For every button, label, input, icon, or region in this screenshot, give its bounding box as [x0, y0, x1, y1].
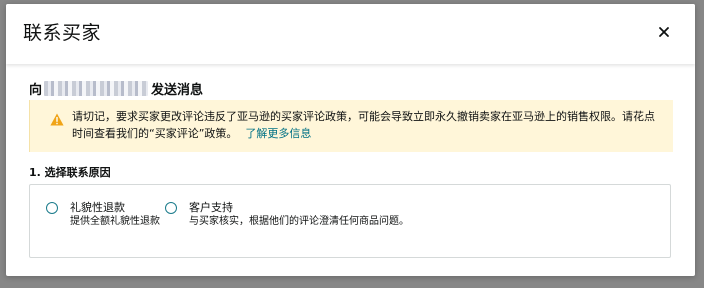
alert-text: 请切记，要求买家更改评论违反了亚马逊的买家评论政策，可能会导致立即永久撤销卖家在… — [72, 108, 662, 142]
reason-option-courtesy-refund[interactable]: 礼貌性退款 提供全额礼貌性退款 — [46, 201, 160, 229]
recipient-prefix: 向 — [29, 82, 43, 98]
reason-options: 礼貌性退款 提供全额礼貌性退款 客户支持 与买家核实，根据他们的评论澄清任何商品… — [29, 184, 671, 258]
recipient-heading: 向 发送消息 — [29, 78, 203, 98]
close-button[interactable] — [655, 23, 673, 41]
redacted-buyer-name — [44, 80, 149, 96]
option-description: 提供全额礼貌性退款 — [70, 216, 160, 227]
reason-option-customer-support[interactable]: 客户支持 与买家核实，根据他们的评论澄清任何商品问题。 — [165, 201, 409, 229]
dialog-header: 联系买家 — [6, 4, 695, 64]
option-title: 客户支持 — [189, 201, 233, 214]
close-icon — [659, 27, 669, 37]
policy-alert: 请切记，要求买家更改评论违反了亚马逊的买家评论政策，可能会导致立即永久撤销卖家在… — [29, 100, 673, 152]
radio-customer-support[interactable] — [165, 202, 177, 214]
option-text: 礼貌性退款 提供全额礼貌性退款 — [70, 201, 160, 229]
option-description: 与买家核实，根据他们的评论澄清任何商品问题。 — [189, 216, 409, 227]
dialog-title: 联系买家 — [23, 22, 102, 44]
alert-message: 请切记，要求买家更改评论违反了亚马逊的买家评论政策，可能会导致立即永久撤销卖家在… — [72, 110, 655, 140]
warning-icon — [50, 113, 64, 126]
option-text: 客户支持 与买家核实，根据他们的评论澄清任何商品问题。 — [189, 201, 409, 229]
learn-more-link[interactable]: 了解更多信息 — [245, 127, 311, 140]
option-title: 礼貌性退款 — [70, 201, 125, 214]
reason-section-label: 1. 选择联系原因 — [29, 166, 111, 179]
radio-courtesy-refund[interactable] — [46, 202, 58, 214]
contact-buyer-dialog: 联系买家 向 发送消息 请切记，要求买家更改评论违反了亚马逊的买家评论政策，可能… — [6, 4, 695, 276]
recipient-suffix: 发送消息 — [151, 82, 204, 98]
